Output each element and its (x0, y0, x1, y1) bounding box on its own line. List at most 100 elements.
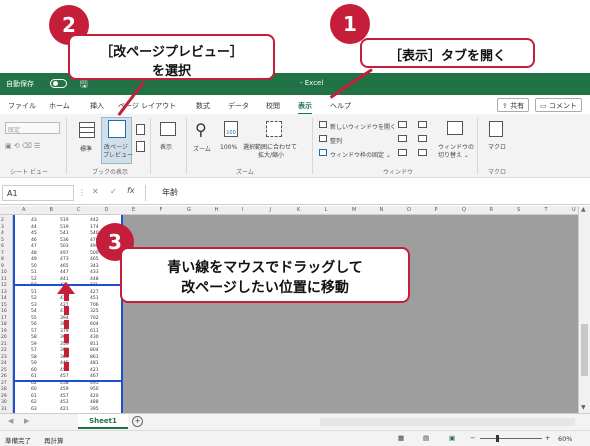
cell[interactable]: 611 (90, 329, 99, 334)
new-window-label[interactable]: 新しいウィンドウを開く (330, 122, 396, 131)
cell[interactable]: 451 (90, 296, 99, 301)
cell[interactable]: 503 (60, 244, 69, 249)
table-row[interactable]: 54410325 (15, 309, 125, 315)
row-number[interactable]: 12 (1, 283, 7, 288)
zoom-in-icon[interactable]: + (545, 434, 550, 442)
table-row[interactable]: 60451421 (15, 368, 125, 374)
row-number[interactable]: 23 (1, 355, 7, 360)
cell[interactable]: 702 (90, 316, 99, 321)
row-number[interactable]: 25 (1, 368, 7, 373)
normal-view-status-icon[interactable]: ▦ (398, 434, 404, 442)
cell[interactable]: 541 (60, 231, 69, 236)
column-header-B[interactable]: B (50, 207, 53, 213)
table-row[interactable]: 61 457 420 (15, 394, 125, 400)
table-row[interactable]: 60 459 950 (15, 387, 125, 393)
zoom-out-icon[interactable]: − (470, 434, 475, 442)
table-row[interactable]: 58365430 (15, 335, 125, 341)
cell[interactable]: 453 (60, 400, 69, 405)
prev-sheet-icon[interactable]: ◀ (8, 417, 13, 425)
cell[interactable]: 950 (90, 387, 99, 392)
column-header-N[interactable]: N (380, 207, 384, 213)
scroll-down-icon[interactable]: ▼ (581, 404, 586, 411)
column-header-P[interactable]: P (435, 207, 438, 213)
cell[interactable]: 63 (31, 407, 37, 412)
autosave-toggle[interactable] (50, 79, 67, 88)
column-header-O[interactable]: O (407, 207, 411, 213)
row-number[interactable]: 7 (1, 251, 4, 256)
row-number[interactable]: 10 (1, 270, 7, 275)
cell[interactable]: 325 (90, 309, 99, 314)
table-row[interactable]: 50 465 343 (15, 264, 125, 270)
sheet-tab[interactable]: Sheet1 (78, 414, 128, 429)
tab-view[interactable]: 表示 (298, 101, 312, 115)
reset-position-icon[interactable] (418, 149, 427, 156)
enter-icon[interactable]: ✓ (110, 187, 117, 196)
macro-icon[interactable] (489, 121, 503, 137)
row-number[interactable]: 18 (1, 322, 7, 327)
tab-help[interactable]: ヘルプ (330, 101, 351, 111)
row-number[interactable]: 11 (1, 277, 7, 282)
formula-input[interactable]: 年齢 (162, 187, 178, 198)
scroll-up-icon[interactable]: ▲ (581, 206, 586, 213)
zoom-slider[interactable] (480, 438, 542, 439)
row-number[interactable]: 16 (1, 309, 7, 314)
table-row[interactable]: 62 453 488 (15, 400, 125, 406)
show-icon[interactable] (160, 122, 176, 136)
column-header-M[interactable]: M (352, 207, 356, 213)
arrange-label[interactable]: 整列 (330, 136, 342, 145)
cell[interactable]: 804 (90, 348, 99, 353)
next-sheet-icon[interactable]: ▶ (24, 417, 29, 425)
hide-icon[interactable] (398, 135, 407, 142)
new-window-icon[interactable] (319, 121, 327, 128)
cell[interactable]: 519 (60, 225, 69, 230)
zoom-100-icon[interactable]: 100 (224, 121, 238, 137)
row-number[interactable]: 21 (1, 342, 7, 347)
cell[interactable]: 861 (90, 355, 99, 360)
cell[interactable]: 58 (31, 335, 37, 340)
cell[interactable]: 465 (90, 257, 99, 262)
column-header-K[interactable]: K (297, 207, 300, 213)
row-number[interactable]: 6 (1, 244, 4, 249)
cell[interactable]: 421 (60, 407, 69, 412)
row-number[interactable]: 5 (1, 238, 4, 243)
cell[interactable]: 427 (90, 290, 99, 295)
tab-data[interactable]: データ (228, 101, 249, 111)
cell[interactable]: 43 (31, 218, 37, 223)
cancel-icon[interactable]: ✕ (92, 187, 99, 196)
row-number[interactable]: 8 (1, 257, 4, 262)
zoom-icon[interactable]: ⚲ (195, 120, 207, 139)
table-row[interactable]: 53427706 (15, 303, 125, 309)
cell[interactable]: 457 (60, 394, 69, 399)
vertical-scrollbar[interactable]: ▲ ▼ (578, 206, 590, 413)
table-row[interactable]: 51 447 433 (15, 270, 125, 276)
scroll-thumb[interactable] (581, 324, 588, 376)
row-number[interactable]: 19 (1, 329, 7, 334)
horizontal-scrollbar[interactable] (320, 418, 575, 426)
row-number[interactable]: 15 (1, 303, 7, 308)
cell[interactable]: 47 (31, 244, 37, 249)
table-row[interactable]: 52436451 (15, 296, 125, 302)
cell[interactable]: 442 (90, 218, 99, 223)
sheet-view-dropdown[interactable]: 既定 (5, 122, 60, 134)
cell[interactable]: 59 (31, 342, 37, 347)
tab-home[interactable]: ホーム (49, 101, 70, 111)
sync-scroll-icon[interactable] (418, 135, 427, 142)
column-header-Q[interactable]: Q (462, 207, 466, 213)
table-row[interactable]: 58360861 (15, 355, 125, 361)
row-number[interactable]: 17 (1, 316, 7, 321)
side-by-side-icon[interactable] (418, 121, 427, 128)
cell[interactable]: 343 (90, 264, 99, 269)
table-row[interactable]: 55394702 (15, 316, 125, 322)
freeze-panes-icon[interactable] (319, 149, 327, 156)
column-header-R[interactable]: R (490, 207, 493, 213)
cell[interactable]: 51 (31, 290, 37, 295)
cell[interactable]: 447 (60, 270, 69, 275)
cell[interactable]: 473 (60, 257, 69, 262)
cell[interactable]: 441 (60, 277, 69, 282)
column-header-T[interactable]: T (545, 207, 548, 213)
cell[interactable]: 54 (31, 309, 37, 314)
cell[interactable]: 62 (31, 400, 37, 405)
row-number[interactable]: 24 (1, 361, 7, 366)
cell[interactable]: 61 (31, 374, 37, 379)
row-number[interactable]: 28 (1, 387, 7, 392)
